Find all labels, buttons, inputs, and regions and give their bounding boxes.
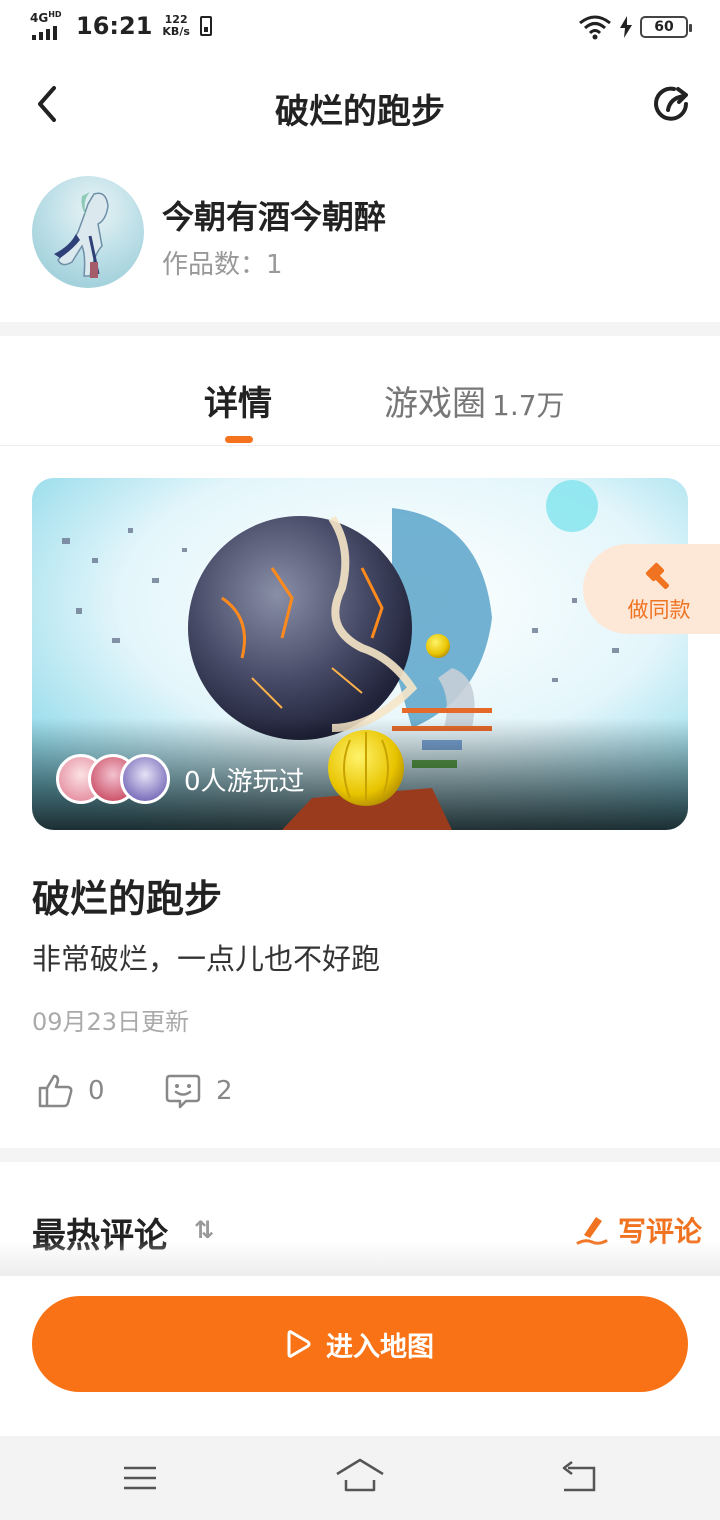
players-summary: 0人游玩过 bbox=[56, 754, 305, 804]
remix-label: 做同款 bbox=[627, 598, 691, 622]
phone-storage-icon bbox=[199, 16, 212, 36]
author-card[interactable]: 今朝有酒今朝醉 作品数：1 bbox=[0, 160, 720, 322]
map-cover-image[interactable]: 0人游玩过 bbox=[32, 478, 688, 830]
section-divider bbox=[0, 322, 720, 336]
system-back-icon[interactable] bbox=[560, 1460, 598, 1494]
thumbs-up-icon bbox=[38, 1074, 73, 1108]
tab-game-circle-count: 1.7万 bbox=[492, 389, 565, 422]
players-count-text: 0人游玩过 bbox=[184, 766, 305, 797]
menu-icon[interactable] bbox=[122, 1464, 158, 1492]
hammer-icon bbox=[645, 562, 669, 589]
remix-button[interactable]: 做同款 bbox=[583, 544, 720, 634]
comment-count: 2 bbox=[216, 1076, 233, 1106]
enter-map-label: 进入地图 bbox=[326, 1331, 434, 1363]
play-icon bbox=[287, 1330, 311, 1358]
tab-game-circle-label: 游戏圈 bbox=[384, 384, 486, 424]
clock: 16:21 bbox=[76, 12, 153, 40]
map-title: 破烂的跑步 bbox=[32, 877, 223, 921]
battery-icon: 60 bbox=[640, 16, 692, 38]
comment-icon bbox=[165, 1074, 201, 1109]
home-icon[interactable] bbox=[334, 1456, 386, 1496]
like-button[interactable]: 0 bbox=[36, 1072, 105, 1110]
author-works-count: 作品数：1 bbox=[162, 250, 283, 280]
page-title: 破烂的跑步 bbox=[275, 92, 445, 132]
tab-detail[interactable]: 详情 bbox=[204, 376, 272, 425]
section-divider bbox=[0, 1148, 720, 1162]
tab-bar: 详情 游戏圈 1.7万 bbox=[0, 336, 720, 446]
system-nav-bar bbox=[0, 1436, 720, 1520]
like-count: 0 bbox=[88, 1076, 105, 1106]
player-avatar bbox=[120, 754, 170, 804]
tab-game-circle[interactable]: 游戏圈 1.7万 bbox=[384, 376, 565, 425]
share-icon[interactable] bbox=[650, 82, 694, 126]
comment-button[interactable]: 2 bbox=[164, 1072, 233, 1110]
update-date: 09月23日更新 bbox=[32, 1008, 190, 1036]
tab-active-indicator bbox=[225, 436, 253, 443]
map-description: 非常破烂，一点儿也不好跑 bbox=[32, 942, 381, 976]
bottom-action-bar: 进入地图 bbox=[0, 1276, 720, 1436]
scroll-fade bbox=[0, 1240, 720, 1276]
status-bar: 4GHD 16:21 122 KB/s 60 bbox=[0, 0, 720, 56]
avatar[interactable] bbox=[32, 176, 144, 288]
cellular-signal-icon: 4GHD bbox=[30, 10, 66, 40]
author-name[interactable]: 今朝有酒今朝醉 bbox=[162, 192, 386, 238]
battery-level: 60 bbox=[654, 19, 674, 35]
enter-map-button[interactable]: 进入地图 bbox=[32, 1296, 688, 1392]
network-speed: 122 KB/s bbox=[162, 13, 190, 38]
nav-bar: 破烂的跑步 bbox=[0, 56, 720, 152]
charging-icon bbox=[620, 16, 632, 38]
wifi-icon bbox=[579, 15, 611, 40]
